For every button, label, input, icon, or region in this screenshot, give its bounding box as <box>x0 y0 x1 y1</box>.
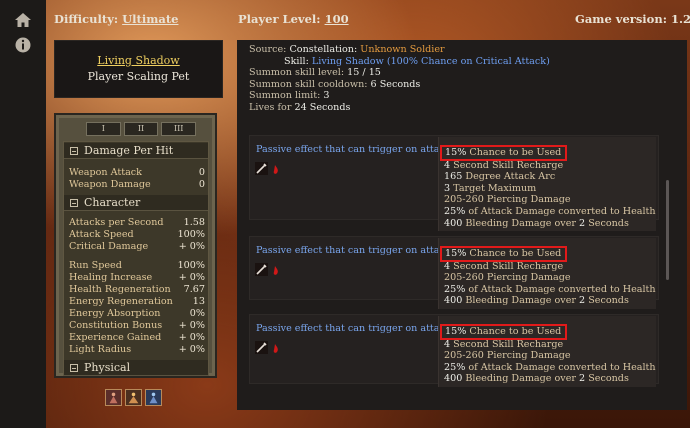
effect-line: 205-260 Piercing Damage <box>444 350 571 362</box>
effect-line: 400 Bleeding Damage over 2 Seconds <box>444 373 629 385</box>
stat-row: Attacks per Second 1.58 <box>69 217 205 228</box>
collapse-icon <box>70 199 78 207</box>
game-version-display: Game version: 1.2.1.2 <box>575 12 690 26</box>
collapse-icon <box>70 364 78 372</box>
chance-to-be-used: 15% Chance to be Used <box>440 145 568 161</box>
stats-tab-3[interactable]: III <box>161 122 197 136</box>
stat-row: Weapon Damage 0 <box>69 179 205 190</box>
stats-panel: I II III Damage Per Hit Weapon Attack 0 W… <box>54 113 217 378</box>
stat-row: Critical Damage + 0% <box>69 241 205 252</box>
stat-row: Run Speed 100% <box>69 260 205 271</box>
effect-line: 25% of Attack Damage converted to Health <box>444 283 656 295</box>
passive-effect-card: Passive effect that can trigger on attac… <box>249 314 659 387</box>
relic-3-icon[interactable] <box>145 389 162 406</box>
difficulty-display: Difficulty: Ultimate <box>54 12 178 26</box>
stats-list: Damage Per Hit Weapon Attack 0 Weapon Dam… <box>63 141 209 376</box>
source-line: Source: Constellation: Unknown Soldier <box>249 44 445 55</box>
section-header-character[interactable]: Character <box>64 195 208 211</box>
pet-name[interactable]: Living Shadow <box>55 54 222 67</box>
stat-row: Experience Gained + 0% <box>69 332 205 343</box>
stat-row: Energy Regeneration 13 <box>69 296 205 307</box>
effect-line: 3 Target Maximum <box>444 182 537 194</box>
pet-name-box: Living Shadow Player Scaling Pet <box>54 40 223 98</box>
home-icon[interactable] <box>14 11 32 29</box>
effect-line: 400 Bleeding Damage over 2 Seconds <box>444 217 629 229</box>
effect-list: 15% Chance to be Used 4 Second Skill Rec… <box>438 316 656 387</box>
stats-tabs: I II III <box>86 122 197 136</box>
game-version-label: Game version: <box>575 12 667 26</box>
stat-row: Energy Absorption 0% <box>69 308 205 319</box>
skill-icons <box>255 263 278 276</box>
skill-name[interactable]: Living Shadow (100% Chance on Critical A… <box>312 56 550 67</box>
passive-effect-card: Passive effect that can trigger on attac… <box>249 135 659 232</box>
left-icon-rail <box>0 0 46 428</box>
section-header-damage-per-hit[interactable]: Damage Per Hit <box>64 143 208 159</box>
stat-row: Attack Speed 100% <box>69 229 205 240</box>
effect-line: 205-260 Piercing Damage <box>444 194 571 206</box>
lifetime-line: Lives for 24 Seconds <box>249 101 351 113</box>
top-bar: Difficulty: Ultimate Player Level: 100 G… <box>46 0 690 38</box>
skill-icons <box>255 341 278 354</box>
effect-line: 4 Second Skill Recharge <box>444 338 564 350</box>
chance-to-be-used: 15% Chance to be Used <box>440 246 568 262</box>
stat-row: Constitution Bonus + 0% <box>69 320 205 331</box>
game-version-value[interactable]: 1.2.1.2 <box>671 12 690 26</box>
effect-line: 25% of Attack Damage converted to Health <box>444 205 656 217</box>
relic-icons <box>105 389 162 406</box>
summon-limit-line: Summon limit: 3 <box>249 90 330 102</box>
effect-list: 15% Chance to be Used 4 Second Skill Rec… <box>438 238 656 309</box>
difficulty-label: Difficulty: <box>54 12 119 26</box>
skill-icons <box>255 162 278 175</box>
constellation-name[interactable]: Unknown Soldier <box>360 44 444 55</box>
effect-line: 400 Bleeding Damage over 2 Seconds <box>444 295 629 307</box>
effect-line: 4 Second Skill Recharge <box>444 159 564 171</box>
player-level-label: Player Level: <box>238 12 321 26</box>
passive-effect-title[interactable]: Passive effect that can trigger on attac… <box>256 245 451 256</box>
details-scrollbar[interactable] <box>666 180 669 280</box>
info-icon[interactable] <box>14 36 32 54</box>
summon-summary: Source: Constellation: Unknown Soldier S… <box>249 44 550 114</box>
pet-subtitle: Player Scaling Pet <box>87 70 190 83</box>
difficulty-value[interactable]: Ultimate <box>122 12 178 26</box>
section-header-physical[interactable]: Physical <box>64 360 208 376</box>
effect-list: 15% Chance to be Used 4 Second Skill Rec… <box>438 137 656 232</box>
summon-level-line: Summon skill level: 15 / 15 <box>249 67 381 79</box>
chance-to-be-used: 15% Chance to be Used <box>440 324 568 340</box>
effect-line: 205-260 Piercing Damage <box>444 272 571 284</box>
skill-line: Skill: Living Shadow (100% Chance on Cri… <box>284 55 550 67</box>
effect-line: 165 Degree Attack Arc <box>444 171 556 183</box>
stat-row: Light Radius + 0% <box>69 344 205 355</box>
relic-2-icon[interactable] <box>125 389 142 406</box>
player-level-display: Player Level: 100 <box>238 12 349 26</box>
summon-cooldown-line: Summon skill cooldown: 6 Seconds <box>249 78 421 90</box>
player-level-value[interactable]: 100 <box>325 12 349 26</box>
effect-line: 4 Second Skill Recharge <box>444 260 564 272</box>
stat-row: Healing Increase + 0% <box>69 272 205 283</box>
relic-1-icon[interactable] <box>105 389 122 406</box>
stats-tab-1[interactable]: I <box>86 122 121 136</box>
effect-line: 25% of Attack Damage converted to Health <box>444 361 656 373</box>
passive-effect-card: Passive effect that can trigger on attac… <box>249 236 659 309</box>
passive-effect-title[interactable]: Passive effect that can trigger on attac… <box>256 323 451 334</box>
collapse-icon <box>70 147 78 155</box>
passive-effect-title[interactable]: Passive effect that can trigger on attac… <box>256 144 451 155</box>
stat-row: Weapon Attack 0 <box>69 167 205 178</box>
pet-details-panel: Source: Constellation: Unknown Soldier S… <box>237 40 687 410</box>
stats-tab-2[interactable]: II <box>123 122 159 136</box>
stat-row: Health Regeneration 7.67 <box>69 284 205 295</box>
